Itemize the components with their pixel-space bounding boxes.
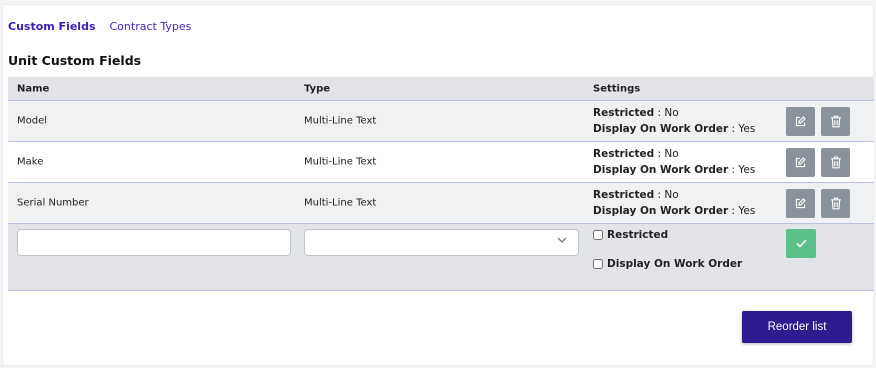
- tab-bar: Custom Fields Contract Types: [8, 20, 191, 33]
- column-header-type: Type: [304, 83, 331, 95]
- field-name: Make: [17, 156, 44, 168]
- custom-fields-table: Name Type Settings Model Multi-Line Text…: [8, 77, 874, 291]
- table-header: Name Type Settings: [8, 77, 874, 101]
- custom-fields-card: Custom Fields Contract Types Unit Custom…: [2, 4, 874, 366]
- restricted-checkbox[interactable]: [593, 230, 603, 240]
- trash-icon: [830, 115, 841, 128]
- display-checkbox-row[interactable]: Display On Work Order: [593, 258, 742, 270]
- confirm-add-button[interactable]: [786, 229, 816, 258]
- table-row: Serial Number Multi-Line Text Restricted…: [8, 183, 874, 224]
- new-field-name-input[interactable]: [17, 229, 291, 256]
- display-on-work-order-checkbox[interactable]: [593, 259, 603, 269]
- pencil-square-icon: [795, 157, 806, 168]
- delete-button[interactable]: [821, 107, 850, 136]
- edit-button[interactable]: [786, 148, 815, 177]
- display-label: Display On Work Order: [593, 163, 729, 176]
- field-type: Multi-Line Text: [304, 197, 377, 209]
- tab-contract-types[interactable]: Contract Types: [110, 20, 192, 33]
- reorder-list-button[interactable]: Reorder list: [742, 311, 852, 343]
- display-label: Display On Work Order: [593, 204, 729, 217]
- chevron-down-icon: [557, 237, 567, 243]
- field-settings: Restricted : No Display On Work Order : …: [593, 147, 755, 178]
- pencil-square-icon: [795, 116, 806, 127]
- section-title: Unit Custom Fields: [8, 53, 142, 68]
- column-header-name: Name: [17, 83, 50, 95]
- restricted-checkbox-row[interactable]: Restricted: [593, 229, 668, 241]
- restricted-label: Restricted: [593, 189, 655, 201]
- display-value: : Yes: [731, 163, 756, 176]
- field-type: Multi-Line Text: [304, 156, 377, 168]
- field-type: Multi-Line Text: [304, 115, 377, 127]
- column-header-settings: Settings: [593, 83, 641, 95]
- restricted-value: : No: [657, 148, 679, 160]
- restricted-label: Restricted: [593, 148, 655, 160]
- restricted-value: : No: [657, 107, 679, 119]
- edit-button[interactable]: [786, 107, 815, 136]
- tab-custom-fields[interactable]: Custom Fields: [8, 20, 96, 33]
- edit-button[interactable]: [786, 189, 815, 218]
- restricted-label: Restricted: [593, 107, 655, 119]
- field-name: Serial Number: [17, 197, 89, 209]
- trash-icon: [830, 156, 841, 169]
- table-row: Make Multi-Line Text Restricted : No Dis…: [8, 142, 874, 183]
- trash-icon: [830, 197, 841, 210]
- delete-button[interactable]: [821, 148, 850, 177]
- pencil-square-icon: [795, 198, 806, 209]
- new-field-row: Restricted Display On Work Order: [8, 224, 874, 291]
- display-value: : Yes: [731, 204, 756, 217]
- display-value: : Yes: [731, 122, 756, 135]
- table-row: Model Multi-Line Text Restricted : No Di…: [8, 101, 874, 142]
- field-name: Model: [17, 115, 48, 127]
- restricted-checkbox-label: Restricted: [607, 229, 669, 241]
- display-checkbox-label: Display On Work Order: [607, 258, 743, 270]
- restricted-value: : No: [657, 189, 679, 201]
- check-icon: [795, 239, 807, 248]
- field-settings: Restricted : No Display On Work Order : …: [593, 106, 755, 137]
- field-settings: Restricted : No Display On Work Order : …: [593, 188, 755, 219]
- new-field-type-select[interactable]: [304, 229, 579, 256]
- display-label: Display On Work Order: [593, 122, 729, 135]
- delete-button[interactable]: [821, 189, 850, 218]
